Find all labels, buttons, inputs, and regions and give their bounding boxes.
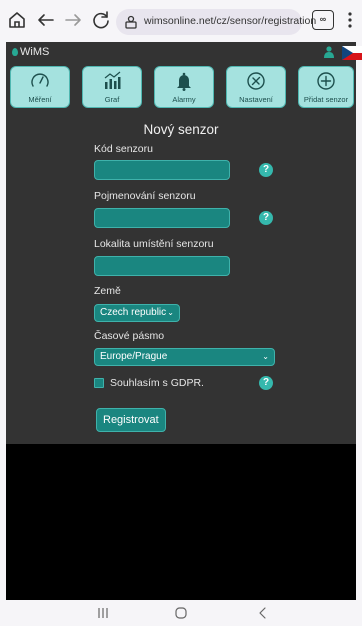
nav-label: Přidat senzor xyxy=(303,95,349,104)
timezone-value: Europe/Prague xyxy=(100,351,168,362)
nav-nastaveni[interactable]: Nastavení xyxy=(226,66,286,108)
user-icon[interactable] xyxy=(324,46,334,58)
sensor-code-help-icon[interactable]: ? xyxy=(259,163,273,177)
gauge-icon xyxy=(31,73,49,87)
reload-icon[interactable] xyxy=(90,9,112,31)
country-select[interactable]: Czech republic ⌄ xyxy=(94,304,180,322)
nav-label: Měření xyxy=(28,95,52,104)
sensor-code-label: Kód senzoru xyxy=(94,143,153,155)
nav-mereni[interactable]: Měření xyxy=(10,66,70,108)
sensor-code-input[interactable] xyxy=(94,160,230,180)
back-nav-icon[interactable] xyxy=(256,606,270,620)
main-nav: Měření Graf Alarmy Nastavení Přidat senz… xyxy=(6,66,356,110)
gdpr-label: Souhlasím s GDPR. xyxy=(110,377,204,389)
nav-label: Alarmy xyxy=(172,95,196,104)
back-icon[interactable] xyxy=(35,9,57,31)
chevron-down-icon: ⌄ xyxy=(167,308,174,317)
site-info-icon[interactable] xyxy=(124,15,138,29)
gdpr-help-icon[interactable]: ? xyxy=(259,376,273,390)
app-container: WiMS Měření Graf Alarmy Nastavení Přidat… xyxy=(6,42,362,444)
sensor-name-label: Pojmenování senzoru xyxy=(94,190,196,202)
settings-icon xyxy=(247,72,265,90)
timezone-label: Časové pásmo xyxy=(94,330,165,342)
location-label: Lokalita umístění senzoru xyxy=(94,238,214,250)
czech-flag-icon[interactable] xyxy=(342,46,362,60)
empty-content-area xyxy=(6,444,356,600)
forward-icon[interactable] xyxy=(62,9,84,31)
country-label: Země xyxy=(94,285,121,297)
nav-label: Graf xyxy=(104,95,120,104)
home-circle-icon[interactable] xyxy=(174,606,188,620)
sensor-name-input[interactable] xyxy=(94,208,230,228)
browser-toolbar: wimsonline.net/cz/sensor/registration ∞ xyxy=(0,0,362,42)
location-input[interactable] xyxy=(94,256,230,276)
address-bar[interactable]: wimsonline.net/cz/sensor/registration xyxy=(116,9,316,35)
android-nav-bar xyxy=(0,600,362,626)
chevron-down-icon: ⌄ xyxy=(262,352,269,361)
app-logo[interactable]: WiMS xyxy=(12,46,49,58)
plus-circle-icon xyxy=(317,72,335,90)
tabs-icon[interactable]: ∞ xyxy=(312,10,334,30)
country-value: Czech republic xyxy=(100,307,167,318)
nav-label: Nastavení xyxy=(239,95,273,104)
nav-pridat-senzor[interactable]: Přidat senzor xyxy=(298,66,354,108)
url-text: wimsonline.net/cz/sensor/registration xyxy=(144,15,317,27)
timezone-select[interactable]: Europe/Prague ⌄ xyxy=(94,348,275,366)
form-title: Nový senzor xyxy=(143,122,219,137)
register-button[interactable]: Registrovat xyxy=(96,408,166,432)
chart-icon xyxy=(104,71,121,89)
sensor-name-help-icon[interactable]: ? xyxy=(259,211,273,225)
recent-apps-icon[interactable] xyxy=(96,606,110,620)
nav-alarmy[interactable]: Alarmy xyxy=(154,66,214,108)
home-icon[interactable] xyxy=(6,9,28,31)
nav-graf[interactable]: Graf xyxy=(82,66,142,108)
logo-text: WiMS xyxy=(20,46,50,58)
gdpr-checkbox[interactable] xyxy=(94,378,104,388)
bell-icon xyxy=(177,72,191,91)
drop-icon xyxy=(12,48,18,56)
menu-icon[interactable] xyxy=(345,10,355,30)
